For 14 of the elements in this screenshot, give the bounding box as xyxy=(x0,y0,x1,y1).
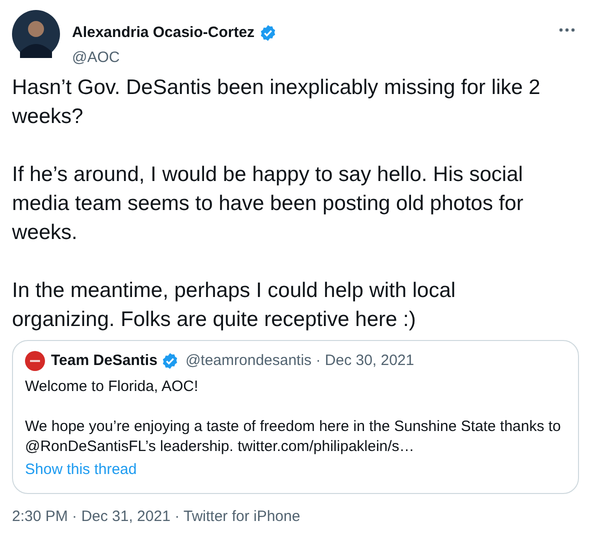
author-handle[interactable]: @AOC xyxy=(72,46,559,69)
quoted-tweet-card[interactable] xyxy=(12,340,579,494)
quoted-tweet-text: We hope you’re enjoying a taste of freedom here in the Sunshine State thanks to @RonDeSantisFL’s leadership. twitter.com/philipaklein/s… xyxy=(25,416,562,456)
quoted-author-name: Team DeSantis xyxy=(51,351,158,371)
tweet-text: If he’s around, I would be happy to say hello. His social media team seems to have been posting old photos for weeks. xyxy=(12,162,524,246)
tweet-text: Hasn’t Gov. DeSantis been inexplicably missing for like 2 weeks? xyxy=(12,75,542,130)
quoted-tweet-text: Welcome to Florida, AOC! xyxy=(25,376,200,396)
author-name[interactable]: Alexandria Ocasio-Cortez xyxy=(72,22,255,44)
avatar[interactable] xyxy=(12,10,60,58)
tweet-timestamp[interactable]: 2:30 PM · Dec 31, 2021 · Twitter for iPhone xyxy=(12,506,579,528)
tweet-text: In the meantime, perhaps I could help with local organizing. Folks are quite receptive here :) xyxy=(12,278,457,333)
avatar xyxy=(25,351,45,372)
more-icon[interactable] xyxy=(559,28,575,32)
quoted-author-handle-date: @teamrondesantis · Dec 30, 2021 xyxy=(185,351,414,371)
